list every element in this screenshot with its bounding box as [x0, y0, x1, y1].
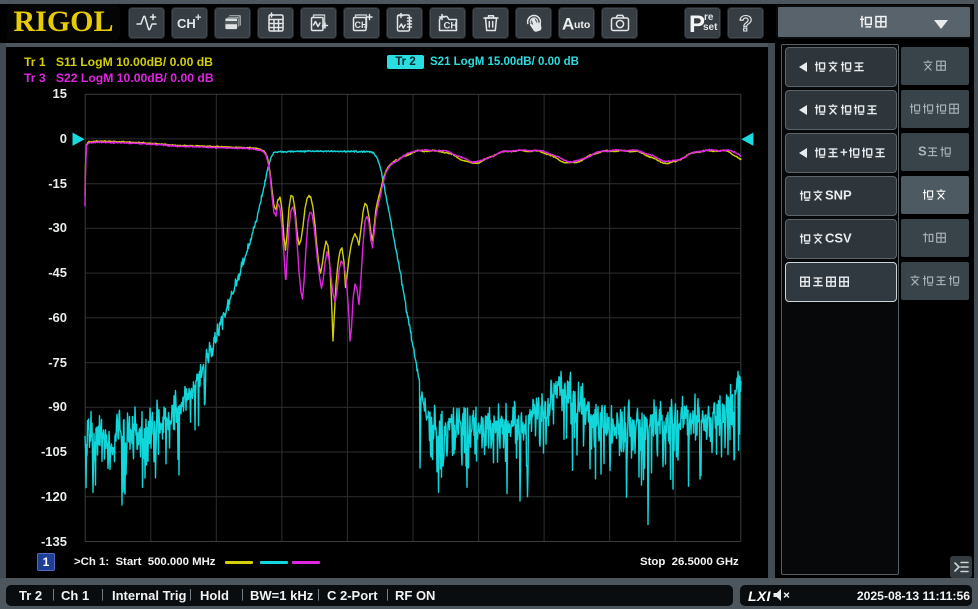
svg-text:uto: uto [574, 19, 590, 31]
svg-text:CSV: CSV [825, 230, 852, 245]
svg-text:CH: CH [354, 20, 367, 30]
svg-text:CH: CH [177, 16, 196, 31]
svg-text:+: + [195, 12, 201, 24]
svg-text:set: set [703, 22, 718, 33]
svg-text:?: ? [739, 11, 752, 36]
svg-text:CH: CH [443, 20, 457, 31]
svg-text:SNP: SNP [825, 187, 852, 202]
svg-text:S: S [918, 143, 927, 158]
svg-text:+: + [840, 144, 848, 159]
svg-text:A: A [562, 14, 574, 33]
